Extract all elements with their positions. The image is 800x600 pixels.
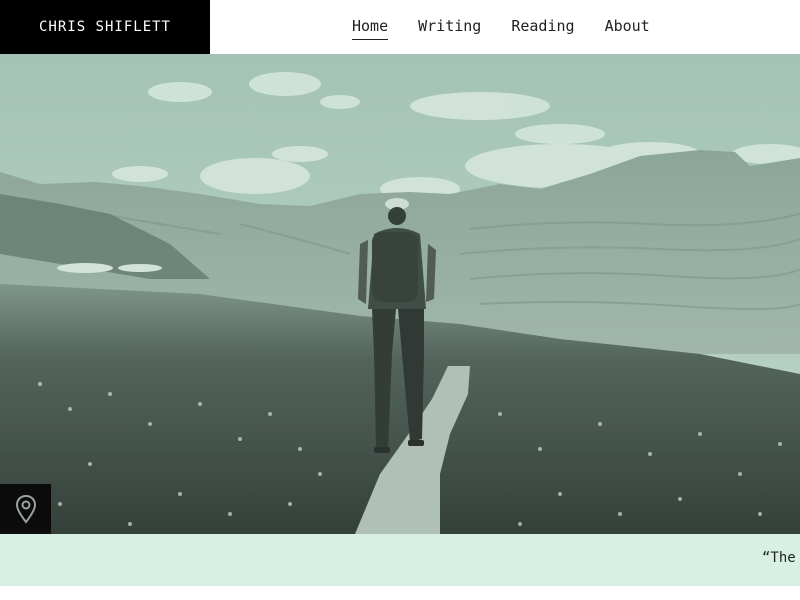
site-title[interactable]: CHRIS SHIFLETT — [0, 0, 210, 54]
hiker-landscape-photo — [0, 54, 800, 534]
map-pin-icon — [15, 494, 36, 524]
nav-about[interactable]: About — [605, 15, 650, 39]
quote-banner: “The — [0, 534, 800, 586]
main-nav: Home Writing Reading About — [337, 0, 665, 54]
nav-writing[interactable]: Writing — [418, 15, 481, 39]
nav-home[interactable]: Home — [352, 15, 389, 40]
hero-image — [0, 54, 800, 534]
location-button[interactable] — [0, 484, 51, 534]
nav-reading[interactable]: Reading — [511, 15, 574, 39]
footer-strip — [0, 586, 800, 600]
scrolling-quote: “The — [762, 550, 796, 566]
site-header: CHRIS SHIFLETT Home Writing Reading Abou… — [0, 0, 800, 54]
